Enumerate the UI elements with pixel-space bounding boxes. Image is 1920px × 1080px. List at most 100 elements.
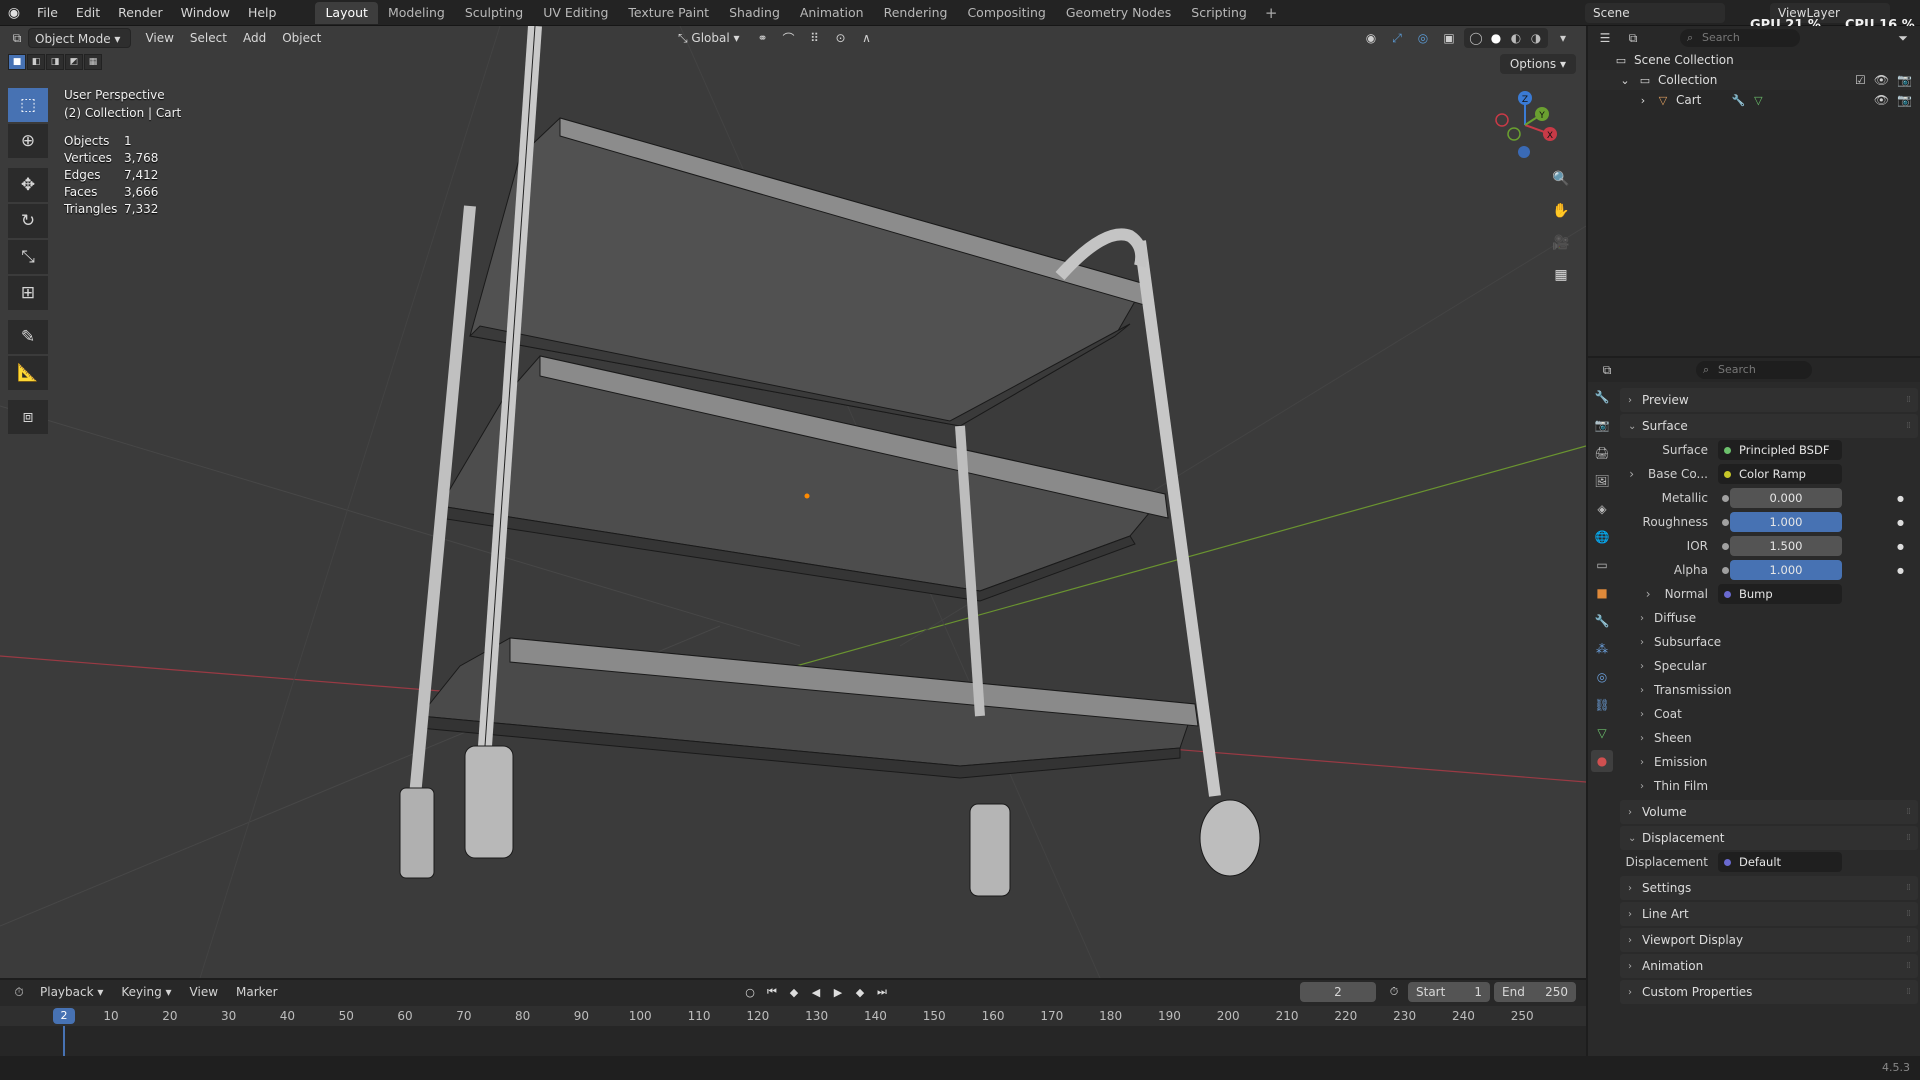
marker-menu[interactable]: Marker [228, 982, 285, 1002]
menu-render[interactable]: Render [109, 0, 172, 26]
transform-orientation-dropdown[interactable]: ⤡ Global ▾ [670, 28, 748, 48]
outliner-search-input[interactable]: Search [1680, 29, 1800, 47]
display-mode-icon[interactable]: ⧉ [1622, 28, 1644, 48]
thin-film-subpanel[interactable]: › Thin Film [1618, 774, 1920, 798]
timeline-track[interactable] [0, 1026, 1586, 1056]
shading-options-icon[interactable]: ▾ [1552, 28, 1574, 48]
timeline-editor-icon[interactable]: ⏱ [8, 982, 30, 1002]
collection-tab-icon[interactable]: ▭ [1591, 554, 1613, 576]
keying-menu[interactable]: Keying ▾ [113, 982, 179, 1002]
current-frame-indicator[interactable]: 2 [53, 1008, 75, 1024]
proportional-edit-icon[interactable]: ⊙ [830, 28, 852, 48]
falloff-icon[interactable]: ∧ [856, 28, 878, 48]
play-reverse-icon[interactable]: ◀ [806, 982, 826, 1002]
render-tab-icon[interactable]: 📷 [1591, 414, 1613, 436]
xray-icon[interactable]: ▣ [1438, 28, 1460, 48]
tool-tab-icon[interactable]: 🔧 [1591, 386, 1613, 408]
viewport-display-section[interactable]: › Viewport Display ⁞⁞ [1620, 928, 1918, 952]
select-new-icon[interactable]: ■ [8, 54, 26, 70]
camera-view-icon[interactable]: 🎥 [1548, 230, 1574, 256]
snap-grid-icon[interactable]: ⠿ [804, 28, 826, 48]
displacement-section[interactable]: ⌄ Displacement ⁞⁞ [1620, 826, 1918, 850]
transmission-subpanel[interactable]: › Transmission [1618, 678, 1920, 702]
alpha-field[interactable]: 1.000 [1730, 560, 1842, 580]
zoom-icon[interactable]: 🔍 [1548, 166, 1574, 192]
pan-hand-icon[interactable]: ✋ [1548, 198, 1574, 224]
preview-section[interactable]: › Preview ⁞⁞ [1620, 388, 1918, 412]
data-tab-icon[interactable]: ▽ [1591, 722, 1613, 744]
ior-field[interactable]: 1.500 [1730, 536, 1842, 556]
menu-view[interactable]: View [137, 28, 181, 48]
properties-search-input[interactable]: Search [1696, 361, 1812, 379]
base-color-field[interactable]: Color Ramp [1718, 464, 1842, 484]
select-extend-icon[interactable]: ◧ [27, 54, 45, 70]
visibility-icon[interactable]: ◉ [1360, 28, 1382, 48]
playhead[interactable] [63, 1026, 65, 1056]
view-layer-tab-icon[interactable]: 🖼 [1591, 470, 1613, 492]
menu-help[interactable]: Help [239, 0, 286, 26]
snap-icon[interactable]: ⌒ [778, 28, 800, 48]
output-tab-icon[interactable]: 🖨 [1591, 442, 1613, 464]
filter-icon[interactable]: ⏷ [1892, 28, 1914, 48]
navigation-gizmo[interactable]: Z X Y [1490, 90, 1560, 160]
constraints-tab-icon[interactable]: ⛓ [1591, 694, 1613, 716]
scene-tab-icon[interactable]: ◈ [1591, 498, 1613, 520]
roughness-field[interactable]: 1.000 [1730, 512, 1842, 532]
coat-subpanel[interactable]: › Coat [1618, 702, 1920, 726]
animation-section[interactable]: › Animation ⁞⁞ [1620, 954, 1918, 978]
subsurface-subpanel[interactable]: › Subsurface [1618, 630, 1920, 654]
displacement-field[interactable]: Default [1718, 852, 1842, 872]
specular-subpanel[interactable]: › Specular [1618, 654, 1920, 678]
camera-icon[interactable]: 📷 [1897, 73, 1912, 87]
eye-icon[interactable]: 👁 [1874, 73, 1889, 87]
tab-animation[interactable]: Animation [790, 2, 874, 24]
tab-sculpting[interactable]: Sculpting [455, 2, 533, 24]
world-tab-icon[interactable]: 🌐 [1591, 526, 1613, 548]
particles-tab-icon[interactable]: ⁂ [1591, 638, 1613, 660]
menu-file[interactable]: File [28, 0, 67, 26]
settings-section[interactable]: › Settings ⁞⁞ [1620, 876, 1918, 900]
rotate-tool-icon[interactable]: ↻ [8, 204, 48, 238]
wireframe-shading-icon[interactable]: ◯ [1466, 28, 1486, 48]
jump-start-icon[interactable]: ⏮ [762, 982, 782, 1002]
line-art-section[interactable]: › Line Art ⁞⁞ [1620, 902, 1918, 926]
surface-section[interactable]: ⌄ Surface ⁞⁞ [1620, 414, 1918, 438]
current-frame-field[interactable]: 2 [1300, 982, 1376, 1002]
select-invert-icon[interactable]: ◩ [65, 54, 83, 70]
checkbox-icon[interactable]: ☑ [1855, 73, 1866, 87]
sheen-subpanel[interactable]: › Sheen [1618, 726, 1920, 750]
select-subtract-icon[interactable]: ◨ [46, 54, 64, 70]
tab-scripting[interactable]: Scripting [1181, 2, 1257, 24]
material-shading-icon[interactable]: ◐ [1506, 28, 1526, 48]
playback-menu[interactable]: Playback ▾ [32, 982, 111, 1002]
eye-icon[interactable]: 👁 [1874, 93, 1889, 107]
volume-section[interactable]: › Volume ⁞⁞ [1620, 800, 1918, 824]
tab-compositing[interactable]: Compositing [957, 2, 1055, 24]
transform-tool-icon[interactable]: ⊞ [8, 276, 48, 310]
outliner-editor-icon[interactable]: ☰ [1594, 28, 1616, 48]
mesh-data-icon[interactable]: ▽ [1751, 94, 1765, 107]
diffuse-subpanel[interactable]: › Diffuse [1618, 606, 1920, 630]
tab-shading[interactable]: Shading [719, 2, 790, 24]
emission-subpanel[interactable]: › Emission [1618, 750, 1920, 774]
object-row[interactable]: › ▽ Cart 🔧 ▽ 👁 📷 [1588, 90, 1920, 110]
menu-object[interactable]: Object [274, 28, 329, 48]
gizmo-toggle-icon[interactable]: ⤢ [1386, 28, 1408, 48]
tab-modeling[interactable]: Modeling [378, 2, 455, 24]
measure-tool-icon[interactable]: 📐 [8, 356, 48, 390]
menu-select[interactable]: Select [182, 28, 235, 48]
material-tab-icon[interactable]: ● [1591, 750, 1613, 772]
normal-field[interactable]: Bump [1718, 584, 1842, 604]
rendered-shading-icon[interactable]: ◑ [1526, 28, 1546, 48]
3d-viewport[interactable]: ⧉ Object Mode ▾ View Select Add Object ⤡… [0, 26, 1586, 978]
pivot-icon[interactable]: ⚭ [752, 28, 774, 48]
blender-logo-icon[interactable]: ◉ [0, 0, 28, 26]
add-workspace-button[interactable]: + [1257, 4, 1286, 22]
view-menu[interactable]: View [182, 982, 226, 1002]
menu-window[interactable]: Window [172, 0, 239, 26]
select-box-tool-icon[interactable]: ⬚ [8, 88, 48, 122]
mode-dropdown[interactable]: Object Mode ▾ [28, 28, 132, 48]
select-intersect-icon[interactable]: ▦ [84, 54, 102, 70]
modifier-tab-icon[interactable]: 🔧 [1591, 610, 1613, 632]
modifier-wrench-icon[interactable]: 🔧 [1731, 94, 1746, 107]
